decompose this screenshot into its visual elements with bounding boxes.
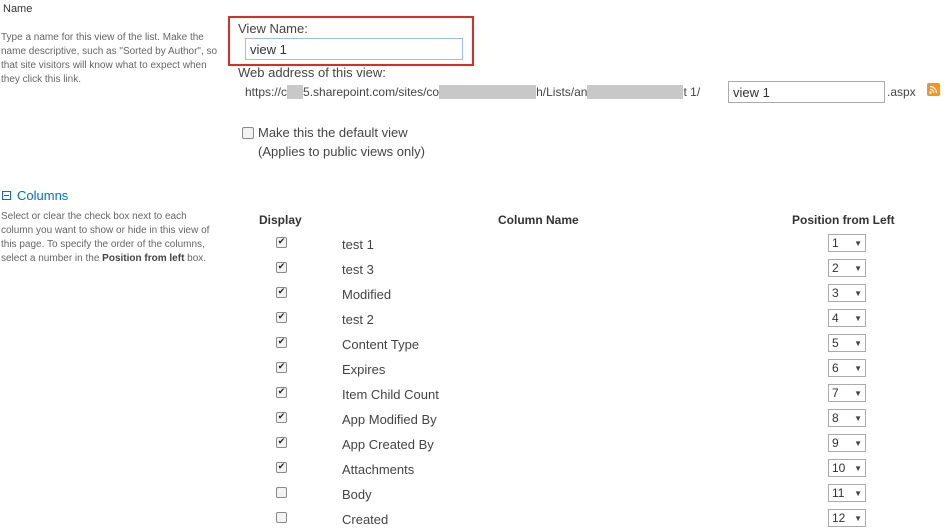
position-value: 9 bbox=[832, 436, 839, 450]
chevron-down-icon: ▼ bbox=[854, 463, 862, 473]
position-value: 8 bbox=[832, 411, 839, 425]
chevron-down-icon: ▼ bbox=[854, 338, 862, 348]
view-name-label: View Name: bbox=[238, 21, 308, 36]
chevron-down-icon: ▼ bbox=[854, 263, 862, 273]
position-value: 10 bbox=[832, 461, 846, 475]
url-prefix: https://c bbox=[245, 85, 288, 99]
display-checkbox[interactable]: ✔ bbox=[276, 337, 287, 348]
columns-section-toggle[interactable]: Columns bbox=[2, 188, 68, 203]
default-view-checkbox[interactable] bbox=[242, 127, 254, 139]
view-name-input[interactable] bbox=[245, 38, 463, 60]
position-select[interactable]: 2 ▼ bbox=[828, 259, 866, 277]
position-select[interactable]: 3 ▼ bbox=[828, 284, 866, 302]
column-name: Body bbox=[342, 487, 372, 502]
position-value: 5 bbox=[832, 336, 839, 350]
column-name: Content Type bbox=[342, 337, 420, 352]
display-checkbox[interactable]: ✔ bbox=[276, 362, 287, 373]
position-value: 12 bbox=[832, 511, 846, 525]
name-section-title: Name bbox=[3, 3, 33, 15]
display-checkbox[interactable] bbox=[276, 512, 287, 523]
column-name: Item Child Count bbox=[342, 387, 439, 402]
position-value: 11 bbox=[832, 486, 845, 500]
chevron-down-icon: ▼ bbox=[854, 313, 862, 323]
position-select[interactable]: 6 ▼ bbox=[828, 359, 866, 377]
position-select[interactable]: 9 ▼ bbox=[828, 434, 866, 452]
chevron-down-icon: ▼ bbox=[854, 413, 862, 423]
column-name: Created bbox=[342, 512, 389, 527]
position-value: 1 bbox=[832, 236, 839, 250]
display-checkbox[interactable]: ✔ bbox=[276, 312, 287, 323]
redacted-segment bbox=[587, 85, 684, 99]
columns-section-title: Columns bbox=[17, 188, 69, 203]
chevron-down-icon: ▼ bbox=[854, 438, 862, 448]
display-checkbox[interactable]: ✔ bbox=[276, 412, 287, 423]
web-address-label: Web address of this view: bbox=[238, 65, 386, 80]
position-select[interactable]: 11 ▼ bbox=[828, 484, 866, 502]
url-view-input[interactable] bbox=[728, 81, 885, 103]
default-view-note: (Applies to public views only) bbox=[258, 144, 425, 159]
position-select[interactable]: 5 ▼ bbox=[828, 334, 866, 352]
position-value: 7 bbox=[832, 386, 839, 400]
position-value: 2 bbox=[832, 261, 839, 275]
column-name: test 1 bbox=[342, 237, 374, 252]
header-display: Display bbox=[259, 213, 302, 227]
position-select[interactable]: 4 ▼ bbox=[828, 309, 866, 327]
name-section-description: Type a name for this view of the list. M… bbox=[1, 32, 218, 85]
position-value: 3 bbox=[832, 286, 839, 300]
column-name: App Modified By bbox=[342, 412, 437, 427]
url-suffix: .aspx bbox=[887, 85, 916, 99]
display-checkbox[interactable]: ✔ bbox=[276, 287, 287, 298]
url-mid-3: t 1/ bbox=[683, 85, 701, 99]
chevron-down-icon: ▼ bbox=[854, 288, 862, 298]
chevron-down-icon: ▼ bbox=[854, 238, 862, 248]
display-checkbox[interactable]: ✔ bbox=[276, 462, 287, 473]
url-mid-2: h/Lists/an bbox=[536, 85, 588, 99]
header-column-name: Column Name bbox=[498, 213, 579, 227]
chevron-down-icon: ▼ bbox=[854, 388, 862, 398]
position-select[interactable]: 7 ▼ bbox=[828, 384, 866, 402]
collapse-icon bbox=[2, 191, 11, 200]
rss-icon[interactable] bbox=[927, 83, 940, 96]
column-name: Attachments bbox=[342, 462, 415, 477]
display-checkbox[interactable]: ✔ bbox=[276, 262, 287, 273]
column-name: test 2 bbox=[342, 312, 374, 327]
display-checkbox[interactable]: ✔ bbox=[276, 237, 287, 248]
url-mid-1: 5.sharepoint.com/sites/co bbox=[303, 85, 440, 99]
position-value: 6 bbox=[832, 361, 839, 375]
position-select[interactable]: 10 ▼ bbox=[828, 459, 866, 477]
column-name: Expires bbox=[342, 362, 386, 377]
column-name: App Created By bbox=[342, 437, 434, 452]
columns-section-description: Select or clear the check box next to ea… bbox=[1, 211, 210, 264]
chevron-down-icon: ▼ bbox=[854, 513, 862, 523]
display-checkbox[interactable]: ✔ bbox=[276, 387, 287, 398]
position-select[interactable]: 8 ▼ bbox=[828, 409, 866, 427]
column-name: test 3 bbox=[342, 262, 374, 277]
display-checkbox[interactable] bbox=[276, 487, 287, 498]
position-select[interactable]: 1 ▼ bbox=[828, 234, 866, 252]
header-position: Position from Left bbox=[792, 213, 895, 227]
redacted-segment bbox=[287, 85, 304, 99]
display-checkbox[interactable]: ✔ bbox=[276, 437, 287, 448]
column-name: Modified bbox=[342, 287, 392, 302]
position-value: 4 bbox=[832, 311, 839, 325]
chevron-down-icon: ▼ bbox=[854, 363, 862, 373]
default-view-label: Make this the default view bbox=[258, 125, 408, 140]
position-select[interactable]: 12 ▼ bbox=[828, 509, 866, 527]
web-address-url: https://c 5.sharepoint.com/sites/co h/Li… bbox=[245, 83, 700, 101]
chevron-down-icon: ▼ bbox=[854, 488, 862, 498]
redacted-segment bbox=[439, 85, 537, 99]
